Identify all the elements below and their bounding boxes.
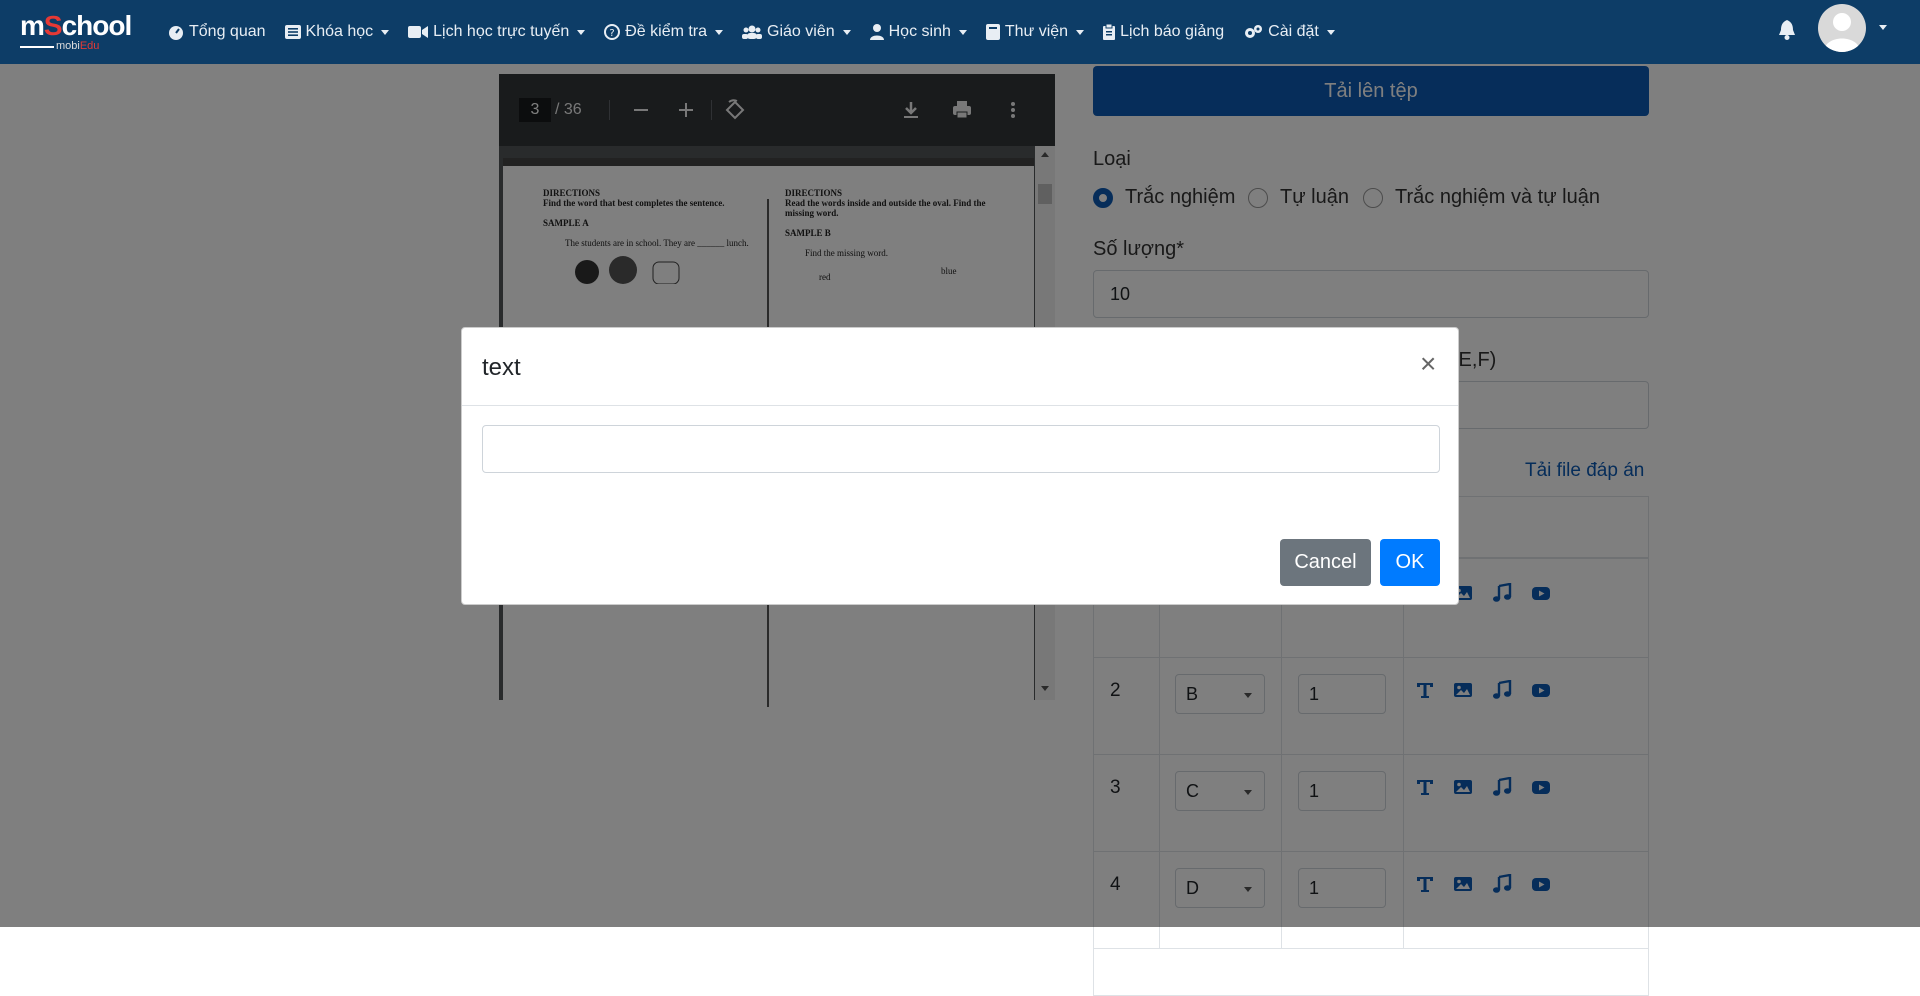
logo-underline [20,46,54,48]
chevron-down-icon [1326,29,1335,35]
nav-label: Cài đặt [1268,23,1319,40]
nav-item-settings[interactable]: Cài đặt [1243,23,1335,41]
clipboard-icon [1103,24,1116,40]
question-circle-icon: ? [604,24,621,40]
chevron-down-icon [1076,29,1085,35]
main-menu: Tổng quan Khóa học Lịch học trực tuyến ?… [168,0,1354,64]
nav-label: Đề kiểm tra [625,23,708,40]
logo-sub-a: mobi [56,40,80,52]
modal-text-input[interactable] [482,425,1440,473]
ok-button[interactable]: OK [1380,539,1440,586]
chevron-down-icon[interactable] [1879,25,1887,30]
nav-item-tests[interactable]: ? Đề kiểm tra [604,23,724,41]
chevron-down-icon [842,29,851,35]
logo-sub-b: Edu [79,40,100,52]
nav-item-students[interactable]: Học sinh [869,23,967,41]
list-icon [284,25,301,39]
top-navbar: mSchool mobiEdu Tổng quan Khóa học Lịch … [0,0,1920,64]
nav-label: Học sinh [888,23,951,40]
nav-label: Lịch học trực tuyến [433,23,570,40]
nav-label: Giáo viên [767,23,835,40]
gears-icon [1245,25,1263,38]
svg-text:?: ? [610,28,615,39]
logo-text-b: S [43,10,63,41]
nav-item-lesson-schedule[interactable]: Lịch báo giảng [1103,23,1224,41]
chevron-down-icon [958,29,967,35]
nav-item-online-schedule[interactable]: Lịch học trực tuyến [408,23,586,41]
nav-item-teachers[interactable]: Giáo viên [742,23,851,41]
nav-item-courses[interactable]: Khóa học [284,23,390,41]
text-input-modal: text × Cancel OK [461,327,1459,605]
dashboard-icon [169,26,183,40]
user-avatar-icon [1824,13,1860,52]
logo-text-a: m [20,10,45,41]
modal-header: text × [462,328,1458,406]
chevron-down-icon [381,29,390,35]
book-icon [985,24,1000,40]
logo-text-c: chool [61,10,133,41]
nav-item-library[interactable]: Thư viện [985,23,1085,41]
bell-icon[interactable] [1778,20,1796,45]
video-camera-icon [408,26,429,38]
nav-label: Thư viện [1004,23,1069,40]
mschool-logo[interactable]: mSchool mobiEdu [20,12,140,52]
nav-label: Lịch báo giảng [1120,23,1225,40]
cancel-button[interactable]: Cancel [1280,539,1371,586]
users-icon [742,25,763,39]
user-icon [869,24,884,40]
nav-label: Khóa học [305,23,374,40]
nav-item-overview[interactable]: Tổng quan [168,23,266,41]
avatar[interactable] [1818,4,1866,52]
chevron-down-icon [715,29,724,35]
modal-title: text [482,354,521,381]
chevron-down-icon [577,29,586,35]
close-icon[interactable]: × [1420,350,1436,378]
nav-label: Tổng quan [189,23,266,40]
